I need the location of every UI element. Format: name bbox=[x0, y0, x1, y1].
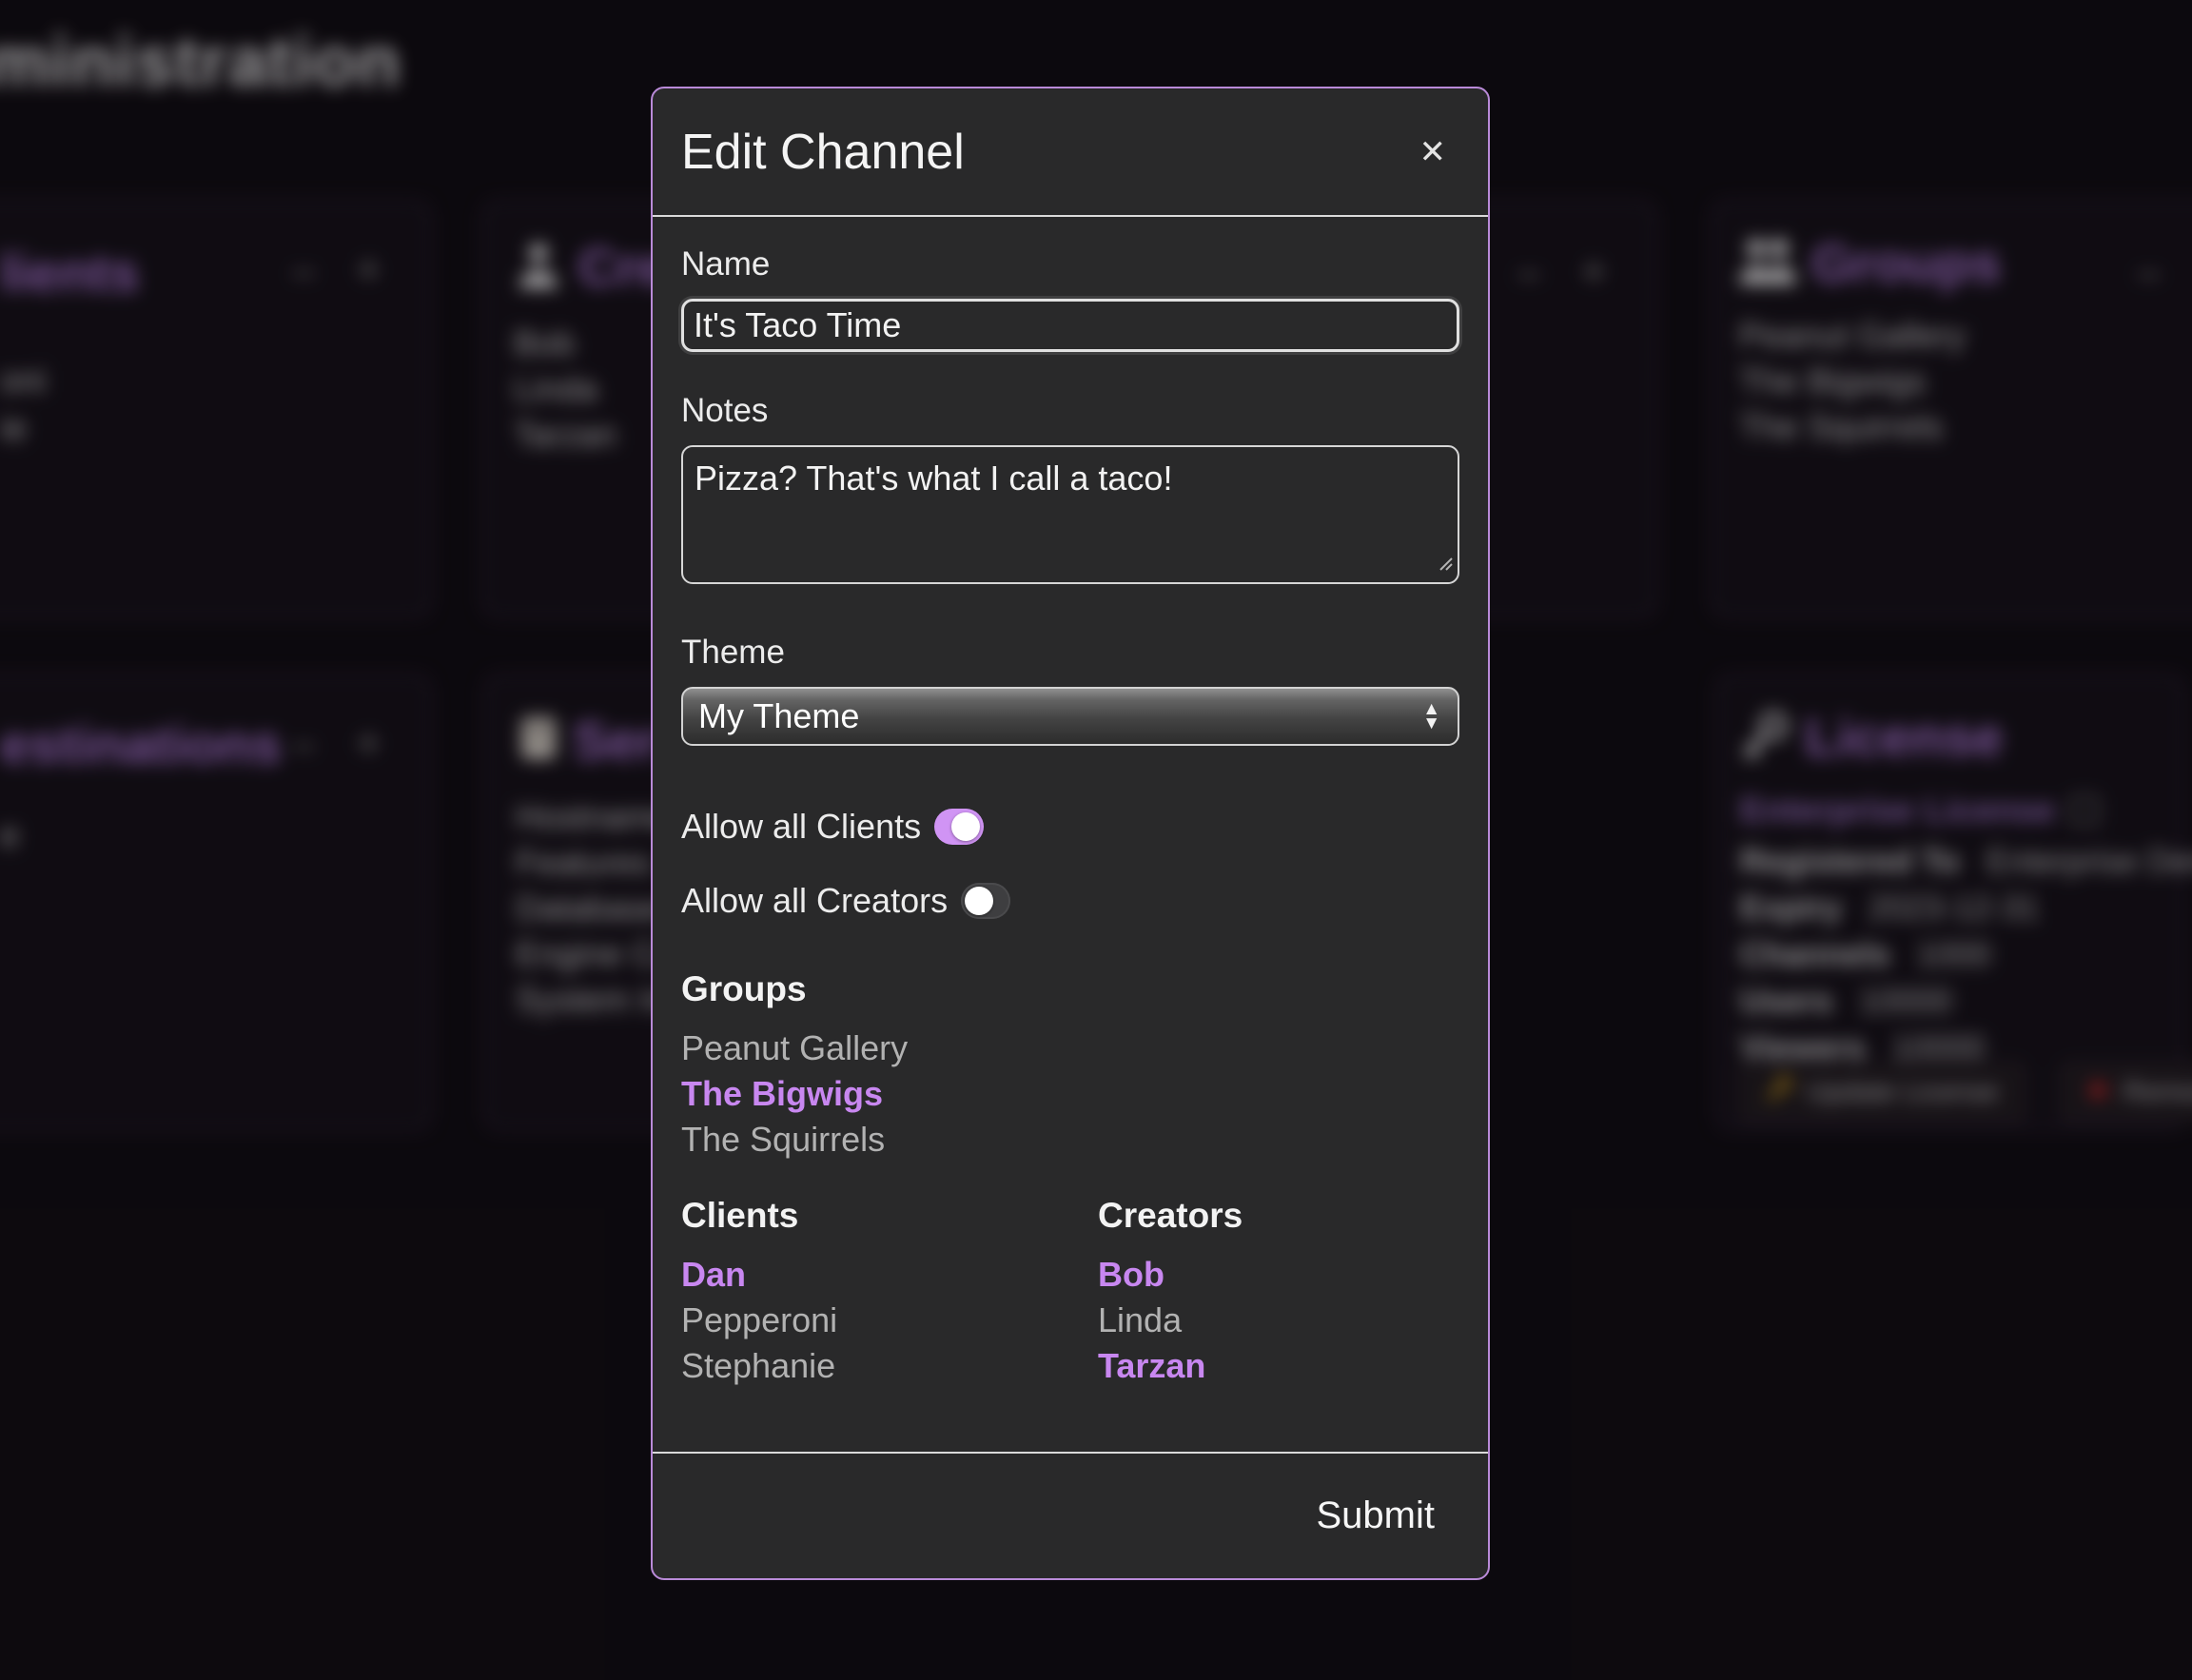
edit-channel-dialog: Edit Channel ✕ Name Notes Pizza? That's … bbox=[651, 87, 1490, 1580]
clients-list: Dan Pepperoni Stephanie bbox=[681, 1252, 1098, 1389]
notes-textarea[interactable]: Pizza? That's what I call a taco! bbox=[681, 445, 1459, 584]
toggle-knob bbox=[951, 812, 980, 841]
group-item[interactable]: Peanut Gallery bbox=[681, 1026, 1459, 1071]
name-input[interactable] bbox=[681, 299, 1459, 352]
theme-select[interactable]: My Theme ▲▼ bbox=[681, 687, 1459, 746]
allow-all-creators-label: Allow all Creators bbox=[681, 881, 948, 921]
allow-all-clients-toggle[interactable] bbox=[934, 809, 984, 845]
notes-label: Notes bbox=[681, 390, 1459, 432]
name-label: Name bbox=[681, 217, 1459, 285]
creators-heading: Creators bbox=[1098, 1195, 1459, 1237]
updown-arrows-icon: ▲▼ bbox=[1422, 702, 1440, 731]
clients-heading: Clients bbox=[681, 1195, 1098, 1237]
theme-label: Theme bbox=[681, 632, 1459, 674]
client-item[interactable]: Dan bbox=[681, 1252, 1098, 1298]
clients-column: Clients Dan Pepperoni Stephanie bbox=[681, 1195, 1098, 1389]
dialog-footer: Submit bbox=[653, 1452, 1488, 1578]
creator-item[interactable]: Tarzan bbox=[1098, 1343, 1459, 1389]
allow-all-creators-toggle[interactable] bbox=[961, 883, 1010, 919]
group-item[interactable]: The Bigwigs bbox=[681, 1071, 1459, 1117]
creators-column: Creators Bob Linda Tarzan bbox=[1098, 1195, 1459, 1389]
administration-screen: ministration lients − + oni ie Cre Bob bbox=[0, 0, 2192, 1680]
creators-list: Bob Linda Tarzan bbox=[1098, 1252, 1459, 1389]
close-icon[interactable]: ✕ bbox=[1419, 133, 1447, 171]
allow-all-creators-row: Allow all Creators bbox=[681, 881, 1459, 921]
creator-item[interactable]: Linda bbox=[1098, 1298, 1459, 1343]
resize-handle-icon[interactable] bbox=[1436, 554, 1453, 576]
dialog-body: Name Notes Pizza? That's what I call a t… bbox=[653, 217, 1488, 1389]
dialog-header: Edit Channel ✕ bbox=[653, 88, 1488, 217]
creator-item[interactable]: Bob bbox=[1098, 1252, 1459, 1298]
group-item[interactable]: The Squirrels bbox=[681, 1117, 1459, 1162]
theme-selected-option: My Theme bbox=[698, 696, 859, 736]
groups-list: Peanut Gallery The Bigwigs The Squirrels bbox=[681, 1026, 1459, 1162]
toggle-knob bbox=[965, 887, 993, 915]
dialog-title: Edit Channel bbox=[681, 124, 965, 181]
client-item[interactable]: Pepperoni bbox=[681, 1298, 1098, 1343]
allow-all-clients-label: Allow all Clients bbox=[681, 807, 921, 847]
client-item[interactable]: Stephanie bbox=[681, 1343, 1098, 1389]
allow-all-clients-row: Allow all Clients bbox=[681, 807, 1459, 847]
submit-button[interactable]: Submit bbox=[1311, 1494, 1441, 1538]
groups-heading: Groups bbox=[681, 968, 1459, 1010]
